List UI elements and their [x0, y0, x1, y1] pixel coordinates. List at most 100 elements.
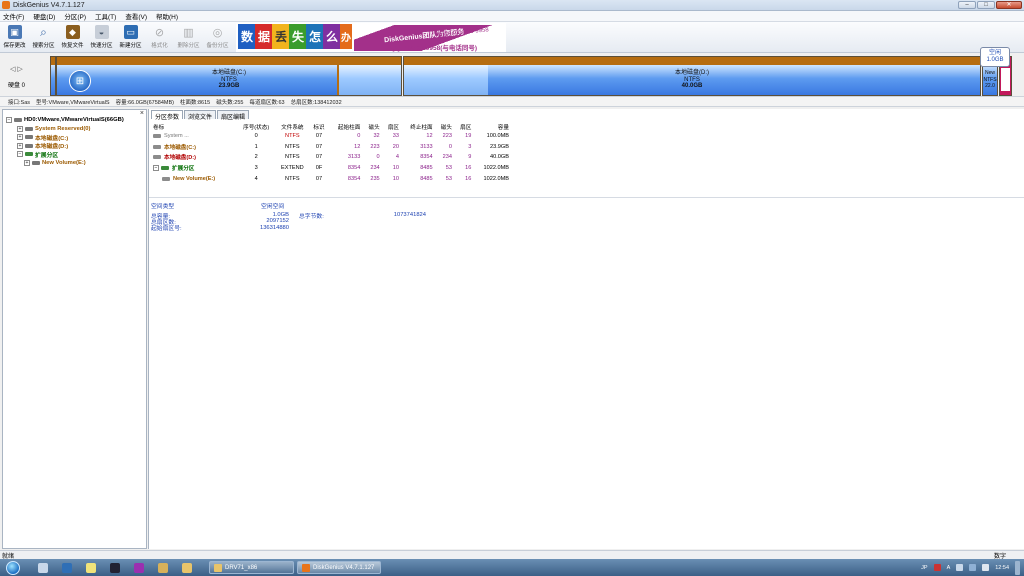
- show-desktop-button[interactable]: [1015, 560, 1020, 575]
- col-end-head[interactable]: 磁头: [435, 122, 454, 131]
- maximize-button[interactable]: □: [977, 1, 995, 9]
- cell-start-sector: 4: [395, 154, 400, 161]
- col-end-cyl[interactable]: 终止柱面: [401, 122, 435, 131]
- quick-partition-button[interactable]: ◒ 快速分区: [87, 22, 116, 53]
- cell-capacity: 100.0MB: [486, 133, 509, 140]
- col-start-cyl[interactable]: 起始柱面: [329, 122, 363, 131]
- partition-d-text: 本地磁盘(D:) NTFS 40.0GB: [404, 70, 980, 90]
- explorer-icon[interactable]: [182, 562, 192, 573]
- tree-node-e[interactable]: + New Volume(E:): [6, 159, 146, 168]
- hard-disk-icon: [14, 118, 22, 123]
- cell-fs: NTFS: [285, 154, 300, 161]
- format-button[interactable]: ⊘ 格式化: [145, 22, 174, 53]
- notepad-icon[interactable]: [86, 562, 96, 573]
- col-id[interactable]: 标识: [309, 122, 328, 131]
- menu-tools[interactable]: 工具(T): [95, 11, 116, 21]
- panel-close-icon[interactable]: ×: [140, 110, 144, 117]
- tray-network-icon[interactable]: [969, 564, 977, 571]
- collapse-icon[interactable]: −: [6, 117, 12, 124]
- cell-name: 本地磁盘(D:): [151, 152, 237, 163]
- home-icon[interactable]: [158, 562, 168, 573]
- partition-block-d[interactable]: 本地磁盘(D:) NTFS 40.0GB: [403, 56, 981, 96]
- promo-banner[interactable]: 数 据 丢 失 怎 么 办 DiskGenius团队为您服务 电话: 400-0…: [236, 23, 506, 52]
- menu-partition[interactable]: 分区(P): [64, 11, 86, 21]
- cell-end-head: 53: [445, 175, 452, 182]
- banner-tile-2: 据: [255, 24, 273, 49]
- menu-disk[interactable]: 硬盘(D): [33, 11, 55, 21]
- free-info-row-start: 起始扇区号: 136314880: [151, 225, 451, 233]
- cell-end-sector: 16: [465, 165, 472, 172]
- tree-node-disk[interactable]: − HD0:VMware,VMwareVirtualS(66GB): [6, 116, 146, 125]
- search-partition-button[interactable]: ⌕ 搜索分区: [29, 22, 58, 53]
- collapse-icon[interactable]: −: [17, 151, 23, 158]
- show-desktop-icon[interactable]: [38, 562, 48, 573]
- info-sectors-per-track: 每道扇区数:63: [249, 99, 285, 106]
- tray-input-mode[interactable]: A: [947, 565, 951, 571]
- media-icon[interactable]: [62, 562, 72, 573]
- col-capacity[interactable]: 容量: [473, 122, 511, 131]
- taskbar-button-folder[interactable]: DRV71_x86: [209, 561, 294, 574]
- start-button[interactable]: [6, 560, 20, 575]
- extended-partition-icon: [25, 152, 33, 157]
- table-row[interactable]: − 扩展分区 3 EXTEND 0F 8354 234 10 8485 53 16…: [151, 163, 511, 174]
- expand-icon[interactable]: +: [17, 134, 23, 141]
- table-row[interactable]: 本地磁盘(D:) 2 NTFS 07 3133 0 4 8354 234 9 4…: [151, 152, 511, 163]
- partition-block-c[interactable]: ⊞ 本地磁盘(C:) NTFS 23.9GB: [56, 56, 402, 96]
- system-tray: JP A 12:54: [921, 559, 1020, 576]
- tab-partition-params[interactable]: 分区参数: [151, 110, 184, 121]
- table-row[interactable]: 本地磁盘(C:) 1 NTFS 07 12 223 20 3133 0 3 23…: [151, 142, 511, 153]
- tree-node-system-reserved[interactable]: + System Reserved(0): [6, 125, 146, 134]
- menu-help[interactable]: 帮助(H): [156, 11, 178, 21]
- banner-tile-1: 数: [238, 24, 256, 49]
- tray-language[interactable]: JP: [921, 565, 927, 571]
- table-row[interactable]: System ... 0 NTFS 07 0 32 33 12 223 19 1…: [151, 131, 511, 142]
- cell-start-sector: 10: [392, 175, 400, 182]
- expand-icon[interactable]: +: [17, 125, 23, 132]
- cell-start-cyl: 3133: [347, 154, 361, 161]
- col-index[interactable]: 序号(状态): [237, 122, 275, 131]
- quick-partition-icon: ◒: [94, 25, 109, 39]
- taskbar-button-folder-label: DRV71_x86: [225, 564, 258, 571]
- recover-files-button[interactable]: ◆ 恢复文件: [58, 22, 87, 53]
- tab-sector-edit[interactable]: 扇区编辑: [217, 110, 250, 121]
- col-label[interactable]: 卷标: [151, 122, 237, 131]
- new-partition-button[interactable]: ▭ 新建分区: [116, 22, 145, 53]
- col-start-sector[interactable]: 扇区: [382, 122, 401, 131]
- disk-nav-arrows[interactable]: ◁ ▷: [10, 65, 23, 73]
- tree-node-extended[interactable]: − 扩展分区: [6, 150, 146, 159]
- col-fs[interactable]: 文件系统: [275, 122, 309, 131]
- app-icon-purple[interactable]: [134, 562, 144, 573]
- banner-tile-6: 么: [323, 24, 341, 49]
- cell-capacity: 1022.0MB: [483, 175, 510, 182]
- menu-file[interactable]: 文件(F): [3, 11, 24, 21]
- menu-view[interactable]: 查看(V): [125, 11, 147, 21]
- terminal-icon[interactable]: [110, 562, 120, 573]
- expand-icon[interactable]: +: [17, 142, 23, 149]
- backup-partition-button[interactable]: ◎ 备份分区: [203, 22, 232, 53]
- expand-icon[interactable]: +: [24, 159, 30, 166]
- tree-node-c[interactable]: + 本地磁盘(C:): [6, 133, 146, 142]
- info-model: 型号:VMware,VMwareVirtualS: [36, 99, 110, 106]
- table-row[interactable]: New Volume(E:) 4 NTFS 07 8354 235 10 848…: [151, 173, 511, 184]
- partition-c-size: 23.9GB: [218, 83, 240, 89]
- close-button[interactable]: ✕: [996, 1, 1022, 9]
- partition-icon: [25, 143, 33, 148]
- cell-start-sector: 33: [392, 133, 400, 140]
- tab-browse-files[interactable]: 浏览文件: [184, 110, 217, 121]
- delete-partition-button[interactable]: ▥ 删除分区: [174, 22, 203, 53]
- search-icon: ⌕: [40, 24, 47, 39]
- col-end-sector[interactable]: 扇区: [454, 122, 473, 131]
- save-icon: ▣: [7, 25, 22, 39]
- tray-volume-icon[interactable]: [982, 564, 990, 571]
- tray-clock[interactable]: 12:54: [995, 565, 1009, 571]
- taskbar-button-diskgenius[interactable]: DiskGenius V4.7.1.127: [297, 561, 381, 574]
- minimize-button[interactable]: –: [958, 1, 976, 9]
- cell-end-cyl: 8485: [420, 175, 433, 182]
- tree-disk-label: HD0:VMware,VMwareVirtualS(66GB): [24, 117, 124, 124]
- tree-node-d[interactable]: + 本地磁盘(D:): [6, 142, 146, 150]
- col-start-head[interactable]: 磁头: [362, 122, 381, 131]
- tray-ime-icon[interactable]: [933, 564, 941, 571]
- collapse-icon[interactable]: −: [153, 165, 159, 172]
- tray-app-icon[interactable]: [956, 564, 964, 571]
- save-changes-button[interactable]: ▣ 保存更改: [0, 22, 29, 53]
